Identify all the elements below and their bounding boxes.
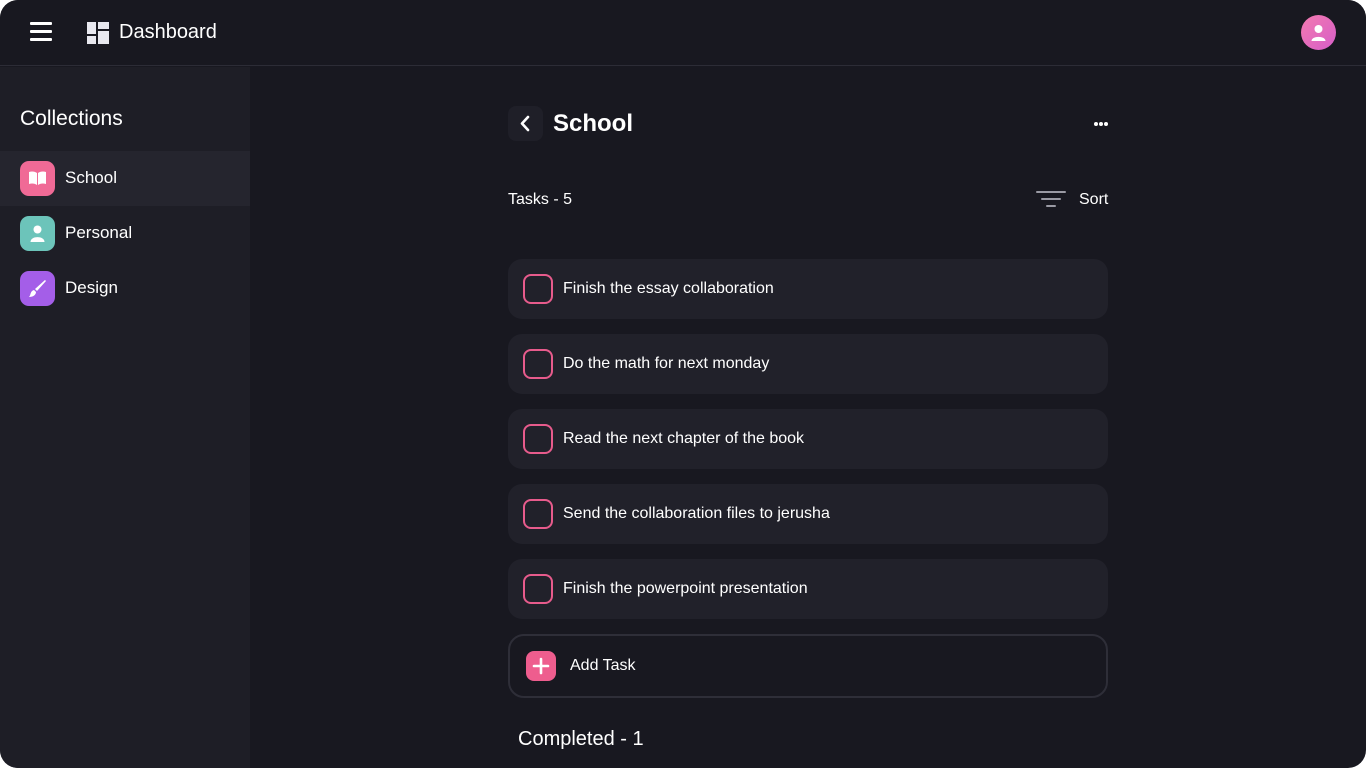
book-icon [29, 171, 46, 185]
task-label: Send the collaboration files to jerusha [563, 505, 830, 522]
completed-count[interactable]: Completed - 1 [518, 727, 644, 751]
task-label: Read the next chapter of the book [563, 430, 805, 447]
task-label: Finish the powerpoint presentation [563, 580, 808, 597]
sidebar-title: Collections [20, 107, 123, 130]
top-bar: Dashboard [0, 0, 1366, 66]
add-task-icon-box [526, 651, 556, 681]
task-label: Finish the essay collaboration [563, 280, 774, 297]
sidebar-item-icon [20, 216, 55, 251]
sort-icon [1036, 191, 1066, 209]
task-checkbox[interactable] [523, 424, 553, 454]
dashboard-grid-icon [87, 22, 109, 44]
task-item[interactable]: Do the math for next monday [508, 334, 1108, 394]
add-task-button[interactable]: Add Task [508, 634, 1108, 698]
task-checkbox[interactable] [523, 574, 553, 604]
sidebar-item-label: School [65, 168, 117, 187]
hamburger-menu-icon[interactable] [30, 22, 52, 42]
page-title: School [553, 110, 634, 137]
sidebar-item-icon [20, 271, 55, 306]
add-task-label: Add Task [570, 657, 636, 674]
sidebar: Collections School Personal Design [0, 67, 250, 768]
task-item[interactable]: Send the collaboration files to jerusha [508, 484, 1108, 544]
sidebar-item-design[interactable]: Design [0, 261, 250, 316]
avatar[interactable] [1301, 15, 1336, 50]
task-item[interactable]: Finish the powerpoint presentation [508, 559, 1108, 619]
task-label: Do the math for next monday [563, 355, 770, 372]
app-title: Dashboard [119, 21, 217, 43]
task-item[interactable]: Finish the essay collaboration [508, 259, 1108, 319]
sidebar-item-school[interactable]: School [0, 151, 250, 206]
task-checkbox[interactable] [523, 499, 553, 529]
sort-label: Sort [1079, 191, 1109, 208]
plus-icon [532, 657, 550, 675]
back-button[interactable] [508, 106, 543, 141]
task-item[interactable]: Read the next chapter of the book [508, 409, 1108, 469]
tasks-count: Tasks - 5 [508, 191, 573, 208]
sort-button[interactable]: Sort [1034, 186, 1110, 214]
more-options-button[interactable] [1088, 114, 1114, 134]
task-checkbox[interactable] [523, 274, 553, 304]
task-checkbox[interactable] [523, 349, 553, 379]
brush-icon [29, 280, 46, 297]
person-icon [30, 225, 45, 242]
sidebar-item-icon [20, 161, 55, 196]
user-icon [1311, 25, 1326, 41]
app-window: Dashboard Collections School Personal De… [0, 0, 1366, 768]
sidebar-item-personal[interactable]: Personal [0, 206, 250, 261]
more-horizontal-icon [1094, 122, 1098, 126]
sidebar-item-label: Personal [65, 223, 133, 242]
chevron-left-icon [520, 115, 530, 132]
sidebar-item-label: Design [65, 278, 118, 297]
